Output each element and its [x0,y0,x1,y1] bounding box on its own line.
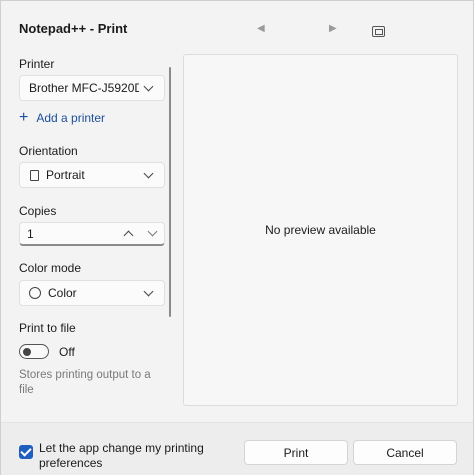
settings-scrollbar[interactable] [169,67,171,317]
add-printer-link[interactable]: + Add a printer [19,109,106,126]
printer-dropdown[interactable]: Brother MFC-J5920DW [19,75,165,101]
print-to-file-row: Off [19,344,75,359]
increment-button[interactable] [116,223,140,244]
orientation-label: Orientation [19,144,78,158]
print-button[interactable]: Print [244,440,348,465]
chevron-down-icon [143,168,154,178]
chevron-down-icon [143,81,154,91]
fit-page-icon[interactable] [372,26,385,37]
chevron-up-icon [123,230,133,241]
print-to-file-state: Off [59,344,75,359]
chevron-down-icon [143,286,154,296]
print-preview-area: No preview available [183,54,458,406]
preview-message: No preview available [265,223,376,237]
copies-value[interactable]: 1 [20,227,116,241]
copies-label: Copies [19,204,57,218]
next-page-icon[interactable]: ▶ [329,23,337,34]
plus-icon: + [19,109,29,126]
add-printer-label: Add a printer [36,111,106,125]
decrement-button[interactable] [140,223,164,244]
orientation-value: Portrait [46,168,85,182]
app-preferences-label[interactable]: Let the app change my printing preferenc… [39,441,219,471]
print-to-file-hint: Stores printing output to a file [19,369,151,396]
color-mode-value: Color [48,286,77,300]
dialog-footer: Let the app change my printing preferenc… [1,422,473,475]
app-preferences-checkbox[interactable] [19,445,33,459]
previous-page-icon[interactable]: ◀ [257,23,265,34]
print-to-file-toggle[interactable] [19,344,49,359]
printer-value: Brother MFC-J5920DW [29,81,139,95]
print-dialog: Notepad++ - Print ◀ ▶ Printer Brother MF… [0,0,474,475]
color-mode-label: Color mode [19,261,82,275]
printer-label: Printer [19,57,55,71]
orientation-dropdown[interactable]: Portrait [19,162,165,188]
toggle-knob [23,347,31,356]
copies-stepper[interactable]: 1 [19,222,165,246]
window-title: Notepad++ - Print [19,21,128,36]
color-mode-dropdown[interactable]: Color [19,280,165,306]
cancel-button[interactable]: Cancel [353,440,457,465]
print-to-file-label: Print to file [19,321,76,335]
chevron-down-icon [147,226,157,237]
